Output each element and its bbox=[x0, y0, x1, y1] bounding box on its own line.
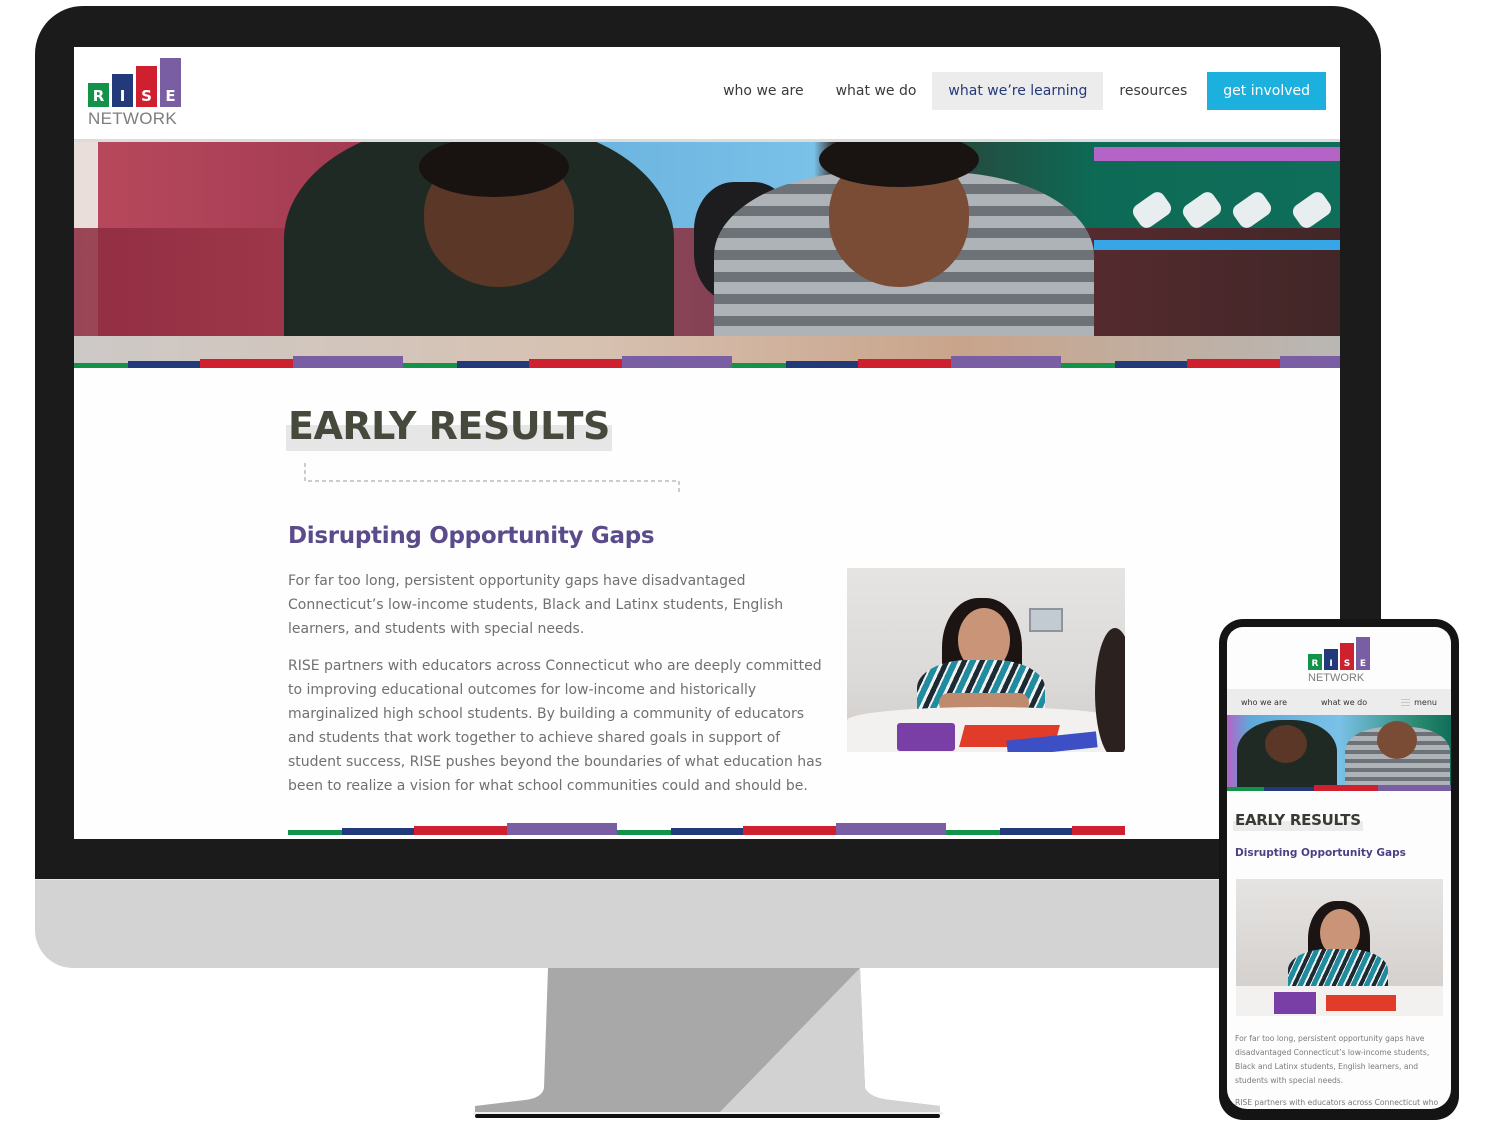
mobile-nav-who-we-are[interactable]: who we are bbox=[1241, 698, 1287, 707]
paragraph: RISE partners with educators across Conn… bbox=[288, 658, 823, 794]
logo-bar-s: S bbox=[136, 66, 157, 107]
logo-letter: E bbox=[1359, 659, 1367, 669]
logo-letter: I bbox=[119, 87, 126, 105]
phone-frame: R I S E NETWORK who we are what we do me… bbox=[1219, 619, 1459, 1120]
logo-letter: I bbox=[1329, 659, 1333, 669]
color-stripe-divider bbox=[74, 356, 1340, 368]
site-header: R I S E NETWORK who we are what we do wh… bbox=[74, 47, 1340, 142]
mobile-hero-image bbox=[1227, 715, 1451, 787]
logo-letter: R bbox=[1311, 659, 1319, 669]
logo-bar-i: I bbox=[112, 74, 133, 107]
rise-network-logo[interactable]: R I S E NETWORK bbox=[88, 57, 184, 129]
monitor-stand bbox=[473, 968, 943, 1118]
logo-bar-r: R bbox=[88, 83, 109, 107]
mobile-menu-button[interactable]: menu bbox=[1401, 698, 1437, 707]
nav-who-we-are[interactable]: who we are bbox=[707, 72, 820, 110]
logo-bar-r: R bbox=[1308, 654, 1322, 670]
mobile-screen: R I S E NETWORK who we are what we do me… bbox=[1227, 627, 1451, 1109]
desktop-screen: R I S E NETWORK who we are what we do wh… bbox=[74, 47, 1340, 839]
logo-bar-e: E bbox=[160, 58, 181, 107]
mobile-color-stripe bbox=[1227, 785, 1451, 791]
mobile-nav: who we are what we do menu bbox=[1227, 689, 1451, 715]
mobile-menu-label: menu bbox=[1414, 697, 1437, 707]
page-title: EARLY RESULTS bbox=[288, 404, 610, 448]
mobile-student-photo bbox=[1236, 879, 1443, 1016]
hamburger-icon bbox=[1401, 698, 1411, 706]
title-dashed-bracket bbox=[304, 463, 680, 493]
mobile-nav-what-we-do[interactable]: what we do bbox=[1321, 698, 1367, 707]
paragraph: For far too long, persistent opportunity… bbox=[288, 573, 784, 637]
logo-bar-s: S bbox=[1340, 643, 1354, 670]
logo-letter: S bbox=[1343, 659, 1351, 669]
nav-what-were-learning[interactable]: what we’re learning bbox=[932, 72, 1104, 110]
page-title-block: EARLY RESULTS bbox=[286, 404, 612, 451]
logo-bar-i: I bbox=[1324, 649, 1338, 670]
logo-letter: R bbox=[92, 87, 105, 105]
paragraph: RISE partners with educators across Conn… bbox=[1235, 1098, 1439, 1107]
section-heading: Disrupting Opportunity Gaps bbox=[288, 523, 655, 549]
logo-subtitle: NETWORK bbox=[1308, 672, 1365, 684]
nav-what-we-do[interactable]: what we do bbox=[820, 72, 933, 110]
logo-letter: S bbox=[141, 87, 152, 105]
hero-image bbox=[74, 142, 1340, 368]
nav-resources[interactable]: resources bbox=[1103, 72, 1203, 110]
mobile-body-text: For far too long, persistent opportunity… bbox=[1235, 1032, 1447, 1109]
main-content: EARLY RESULTS Disrupting Opportunity Gap… bbox=[286, 404, 1125, 794]
color-stripe-divider bbox=[288, 823, 1125, 835]
mobile-page-title: EARLY RESULTS bbox=[1235, 811, 1361, 829]
student-photo bbox=[847, 568, 1125, 752]
mobile-section-heading: Disrupting Opportunity Gaps bbox=[1235, 847, 1406, 859]
rise-network-logo-mobile[interactable]: R I S E NETWORK bbox=[1308, 632, 1370, 684]
body-text: For far too long, persistent opportunity… bbox=[288, 569, 828, 811]
main-nav: who we are what we do what we’re learnin… bbox=[707, 72, 1326, 110]
logo-letter: E bbox=[165, 87, 176, 105]
logo-bar-e: E bbox=[1356, 637, 1370, 670]
get-involved-button[interactable]: get involved bbox=[1207, 72, 1326, 110]
paragraph: For far too long, persistent opportunity… bbox=[1235, 1034, 1430, 1085]
logo-subtitle: NETWORK bbox=[88, 109, 177, 128]
monitor-chin bbox=[35, 880, 1381, 968]
